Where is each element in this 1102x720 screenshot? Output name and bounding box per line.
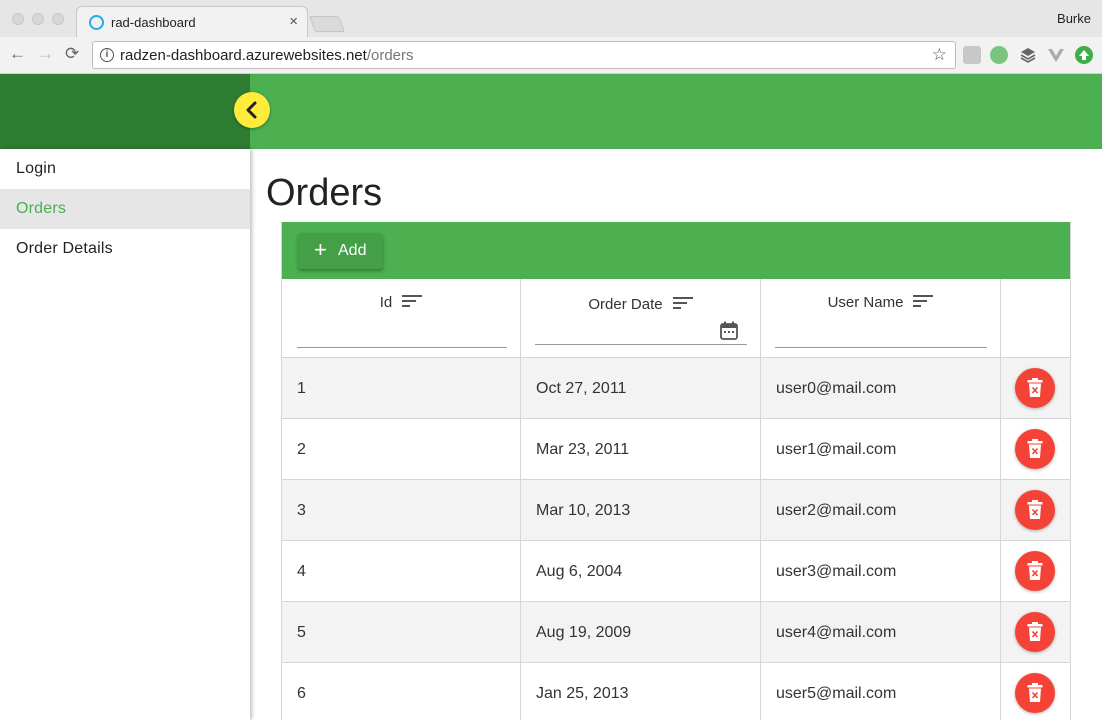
column-header-order-date[interactable]: Order Date xyxy=(521,279,761,358)
table-row[interactable]: 4 Aug 6, 2004 user3@mail.com xyxy=(282,541,1070,602)
maximize-window-button[interactable] xyxy=(52,13,64,25)
cell-user-name: user1@mail.com xyxy=(761,419,1001,480)
sort-icon[interactable] xyxy=(913,294,934,312)
extension-pocket-icon[interactable] xyxy=(963,46,981,64)
cell-order-date: Aug 6, 2004 xyxy=(521,541,761,602)
sidebar: Login Orders Order Details xyxy=(0,149,250,720)
cell-id: 6 xyxy=(282,663,521,720)
browser-chrome: rad-dashboard × Burke ← → ⟳ i radzen-das… xyxy=(0,0,1102,74)
url-path: /orders xyxy=(366,47,414,64)
sort-icon[interactable] xyxy=(402,294,423,312)
cell-order-date: Aug 19, 2009 xyxy=(521,602,761,663)
orders-grid: + Add Id Order Date User Name 1 Oct 27, xyxy=(281,222,1071,720)
sidebar-item-orders[interactable]: Orders xyxy=(0,189,250,229)
cell-id: 1 xyxy=(282,358,521,419)
info-icon[interactable]: i xyxy=(100,48,114,62)
cell-id: 3 xyxy=(282,480,521,541)
cell-user-name: user5@mail.com xyxy=(761,663,1001,720)
favicon-icon xyxy=(89,15,104,30)
table-row[interactable]: 5 Aug 19, 2009 user4@mail.com xyxy=(282,602,1070,663)
column-header-actions xyxy=(1001,279,1070,358)
add-button-label: Add xyxy=(338,242,367,259)
cell-user-name: user0@mail.com xyxy=(761,358,1001,419)
cell-user-name: user2@mail.com xyxy=(761,480,1001,541)
chevron-left-icon xyxy=(246,101,257,119)
cell-user-name: user4@mail.com xyxy=(761,602,1001,663)
cell-user-name: user3@mail.com xyxy=(761,541,1001,602)
browser-tab[interactable]: rad-dashboard × xyxy=(76,6,308,37)
cell-id: 2 xyxy=(282,419,521,480)
grid-header: Id Order Date User Name xyxy=(282,279,1070,358)
extension-layers-icon[interactable] xyxy=(1019,46,1037,64)
grid-toolbar: + Add xyxy=(282,222,1070,279)
cell-id: 4 xyxy=(282,541,521,602)
table-row[interactable]: 6 Jan 25, 2013 user5@mail.com xyxy=(282,663,1070,720)
trash-icon xyxy=(1027,378,1043,397)
table-row[interactable]: 3 Mar 10, 2013 user2@mail.com xyxy=(282,480,1070,541)
sidebar-item-login[interactable]: Login xyxy=(0,149,250,189)
table-row[interactable]: 1 Oct 27, 2011 user0@mail.com xyxy=(282,358,1070,419)
url-host: radzen-dashboard.azurewebsites.net xyxy=(120,47,367,64)
url-text: radzen-dashboard.azurewebsites.net/order… xyxy=(120,47,414,64)
tab-close-icon[interactable]: × xyxy=(289,13,298,30)
close-window-button[interactable] xyxy=(12,13,24,25)
cell-order-date: Jan 25, 2013 xyxy=(521,663,761,720)
delete-button[interactable] xyxy=(1015,429,1055,469)
calendar-icon[interactable] xyxy=(719,321,739,341)
delete-button[interactable] xyxy=(1015,612,1055,652)
reload-icon[interactable]: ⟳ xyxy=(65,44,79,64)
cell-id: 5 xyxy=(282,602,521,663)
tab-title: rad-dashboard xyxy=(111,15,196,30)
delete-button[interactable] xyxy=(1015,490,1055,530)
order-date-filter-input[interactable] xyxy=(535,344,747,345)
bookmark-star-icon[interactable]: ☆ xyxy=(932,45,947,65)
delete-button[interactable] xyxy=(1015,551,1055,591)
add-button[interactable]: + Add xyxy=(298,233,383,269)
sidebar-toggle-button[interactable] xyxy=(234,92,270,128)
sort-icon[interactable] xyxy=(672,296,693,314)
user-name-filter-input[interactable] xyxy=(775,347,987,348)
minimize-window-button[interactable] xyxy=(32,13,44,25)
cell-order-date: Oct 27, 2011 xyxy=(521,358,761,419)
table-row[interactable]: 2 Mar 23, 2011 user1@mail.com xyxy=(282,419,1070,480)
trash-icon xyxy=(1027,439,1043,458)
sidebar-header xyxy=(0,74,250,149)
column-header-id[interactable]: Id xyxy=(282,279,521,358)
address-bar[interactable]: i radzen-dashboard.azurewebsites.net/ord… xyxy=(92,41,956,69)
profile-name[interactable]: Burke xyxy=(1057,11,1091,26)
page-title: Orders xyxy=(266,172,383,214)
column-header-label: Order Date xyxy=(588,296,663,313)
trash-icon xyxy=(1027,561,1043,580)
back-icon[interactable]: ← xyxy=(9,44,26,64)
id-filter-input[interactable] xyxy=(297,347,507,348)
forward-icon[interactable]: → xyxy=(37,44,54,64)
delete-button[interactable] xyxy=(1015,368,1055,408)
cell-order-date: Mar 10, 2013 xyxy=(521,480,761,541)
column-header-user-name[interactable]: User Name xyxy=(761,279,1001,358)
cell-order-date: Mar 23, 2011 xyxy=(521,419,761,480)
extension-vue-icon[interactable] xyxy=(1047,46,1065,64)
sidebar-item-order-details[interactable]: Order Details xyxy=(0,229,250,269)
column-header-label: User Name xyxy=(827,294,904,311)
trash-icon xyxy=(1027,683,1043,702)
trash-icon xyxy=(1027,622,1043,641)
plus-icon: + xyxy=(314,237,327,262)
trash-icon xyxy=(1027,500,1043,519)
extension-new-icon[interactable] xyxy=(990,46,1008,64)
delete-button[interactable] xyxy=(1015,673,1055,713)
extension-update-icon[interactable] xyxy=(1075,46,1093,64)
column-header-label: Id xyxy=(379,294,393,311)
new-tab-button[interactable] xyxy=(309,16,345,32)
tab-bar: rad-dashboard × Burke xyxy=(0,0,1102,37)
